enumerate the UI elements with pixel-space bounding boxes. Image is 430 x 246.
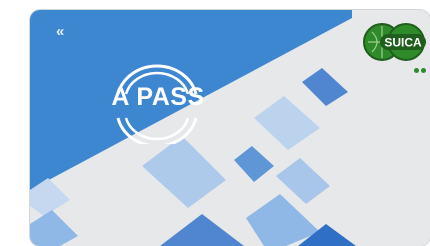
badge-dot-left xyxy=(414,68,419,73)
tile-3 xyxy=(234,146,274,182)
tile-2 xyxy=(254,96,320,150)
suica-badge-text: SUICA xyxy=(384,36,422,50)
apass-logo-text: A PASS xyxy=(111,83,205,111)
ic-card: « A PASS SUICA xyxy=(30,10,430,246)
tile-7 xyxy=(160,214,244,246)
tile-10 xyxy=(30,210,78,246)
tile-4 xyxy=(276,158,330,204)
tile-1 xyxy=(302,68,348,106)
tile-5 xyxy=(142,136,226,208)
suica-badge-icon: SUICA xyxy=(363,23,426,61)
badge-dot-right xyxy=(421,68,426,73)
back-chevron-icon: « xyxy=(56,23,64,40)
